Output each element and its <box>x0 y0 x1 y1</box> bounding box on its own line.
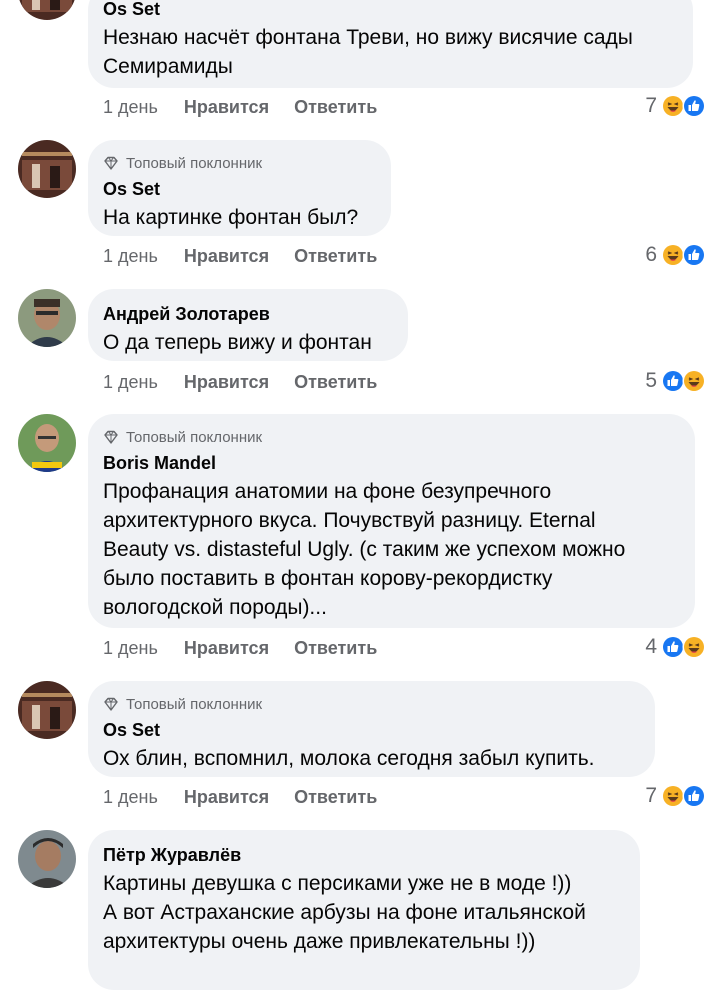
badge-label: Топовый поклонник <box>126 695 263 713</box>
avatar[interactable] <box>18 289 76 347</box>
reply-button[interactable]: Ответить <box>294 246 377 267</box>
comment-time[interactable]: 1 день <box>103 372 158 393</box>
reactions-summary[interactable]: 4 <box>645 633 706 661</box>
avatar[interactable] <box>18 681 76 739</box>
avatar-photo-icon <box>18 681 76 739</box>
top-fan-badge: Топовый поклонник <box>103 695 639 713</box>
diamond-icon <box>104 697 118 711</box>
avatar-photo-icon <box>18 289 76 347</box>
reply-button[interactable]: Ответить <box>294 638 377 659</box>
reactions-summary[interactable]: 6 <box>645 241 706 269</box>
like-button[interactable]: Нравится <box>184 246 269 267</box>
comment-actions: 1 день Нравится Ответить <box>103 785 377 809</box>
comment-text: Ох блин, вспомнил, молока сегодня забыл … <box>103 747 595 770</box>
haha-icon <box>682 369 706 393</box>
like-icon <box>682 784 706 808</box>
avatar-photo-icon <box>18 414 76 472</box>
comment-actions: 1 день Нравится Ответить <box>103 95 377 119</box>
comment-text: На картинке фонтан был? <box>103 206 359 229</box>
reply-button[interactable]: Ответить <box>294 372 377 393</box>
comment-time[interactable]: 1 день <box>103 787 158 808</box>
diamond-icon <box>104 430 118 444</box>
comment-text: Профанация анатомии на фоне безупречного… <box>103 480 626 619</box>
comment-time[interactable]: 1 день <box>103 638 158 659</box>
comment-time[interactable]: 1 день <box>103 246 158 267</box>
reaction-count: 5 <box>645 369 657 392</box>
comment-author[interactable]: Os Set <box>103 178 375 200</box>
avatar-photo-icon <box>18 140 76 198</box>
avatar-photo-icon <box>18 0 76 20</box>
reaction-count: 7 <box>645 94 657 117</box>
avatar[interactable] <box>18 0 76 20</box>
comment-actions: 1 день Нравится Ответить <box>103 370 377 394</box>
comment-bubble: Os Set Незнаю насчёт фонтана Треви, но в… <box>88 0 693 88</box>
like-button[interactable]: Нравится <box>184 97 269 118</box>
comment-author[interactable]: Boris Mandel <box>103 452 679 474</box>
like-button[interactable]: Нравится <box>184 787 269 808</box>
comment-text: О да теперь вижу и фонтан <box>103 331 372 354</box>
reactions-summary[interactable]: 7 <box>645 782 706 810</box>
reaction-count: 7 <box>645 784 657 807</box>
like-button[interactable]: Нравится <box>184 638 269 659</box>
comment-author[interactable]: Андрей Золотарев <box>103 303 392 325</box>
badge-label: Топовый поклонник <box>126 428 263 446</box>
comment-author[interactable]: Пётр Журавлёв <box>103 844 624 866</box>
comment-author[interactable]: Os Set <box>103 719 639 741</box>
reply-button[interactable]: Ответить <box>294 97 377 118</box>
comment-bubble: Топовый поклонник Os Set Ох блин, вспомн… <box>88 681 655 777</box>
like-icon <box>682 94 706 118</box>
reaction-count: 6 <box>645 243 657 266</box>
like-icon <box>682 243 706 267</box>
comment-bubble: Топовый поклонник Os Set На картинке фон… <box>88 140 391 236</box>
comment-text: Картины девушка с персиками уже не в мод… <box>103 872 586 953</box>
avatar[interactable] <box>18 140 76 198</box>
comment-actions: 1 день Нравится Ответить <box>103 244 377 268</box>
avatar[interactable] <box>18 414 76 472</box>
comment-time[interactable]: 1 день <box>103 97 158 118</box>
reactions-summary[interactable]: 7 <box>645 92 706 120</box>
comment-bubble: Пётр Журавлёв Картины девушка с персикам… <box>88 830 640 990</box>
reactions-summary[interactable]: 5 <box>645 367 706 395</box>
comment-text: Незнаю насчёт фонтана Треви, но вижу вис… <box>103 26 633 78</box>
badge-label: Топовый поклонник <box>126 154 263 172</box>
diamond-icon <box>104 156 118 170</box>
comment-actions: 1 день Нравится Ответить <box>103 636 377 660</box>
comment-author[interactable]: Os Set <box>103 0 677 20</box>
comment-bubble: Андрей Золотарев О да теперь вижу и фонт… <box>88 289 408 361</box>
reaction-count: 4 <box>645 635 657 658</box>
comment-bubble: Топовый поклонник Boris Mandel Профанаци… <box>88 414 695 628</box>
haha-icon <box>682 635 706 659</box>
reply-button[interactable]: Ответить <box>294 787 377 808</box>
top-fan-badge: Топовый поклонник <box>103 154 375 172</box>
top-fan-badge: Топовый поклонник <box>103 428 679 446</box>
avatar-photo-icon <box>18 830 76 888</box>
avatar[interactable] <box>18 830 76 888</box>
like-button[interactable]: Нравится <box>184 372 269 393</box>
